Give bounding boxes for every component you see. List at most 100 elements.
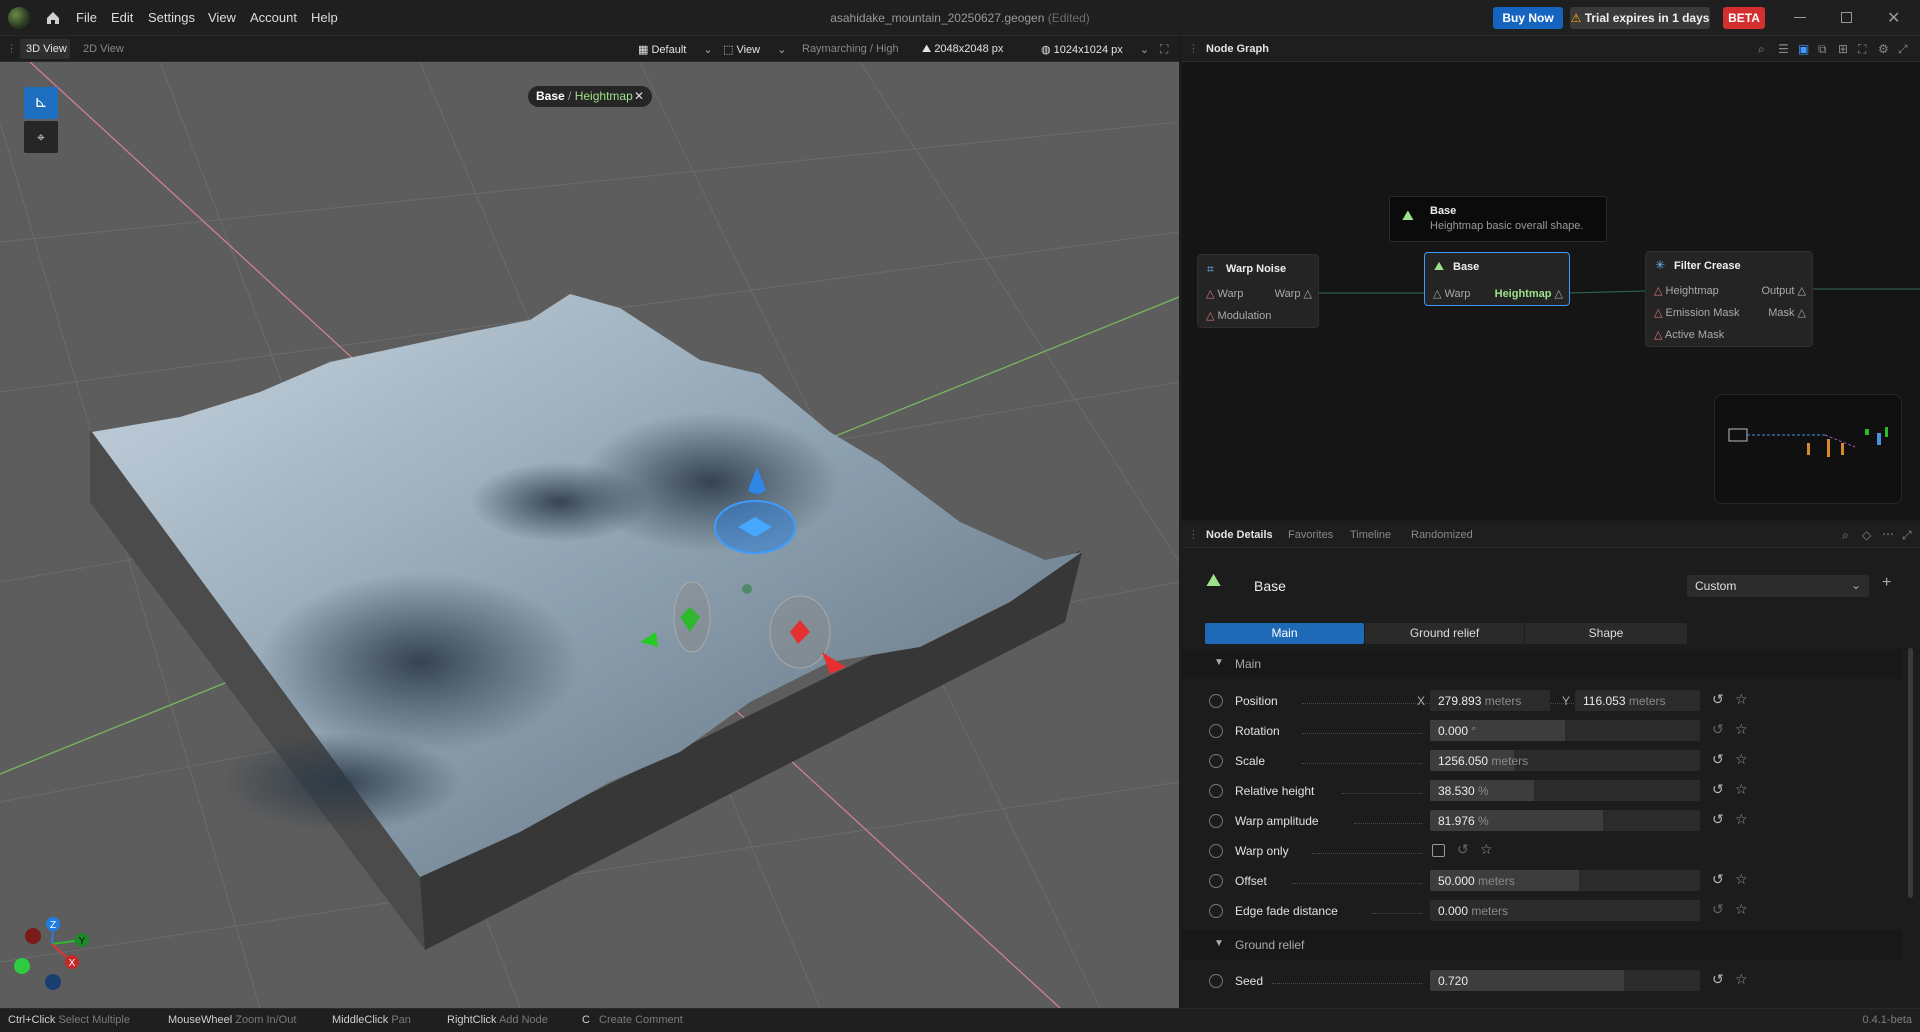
buy-now-button[interactable]: Buy Now — [1493, 7, 1563, 29]
axis-orientation-gizmo[interactable]: Z Y X — [14, 917, 89, 1008]
tab-node-details[interactable]: Node Details — [1206, 529, 1273, 541]
drag-handle-icon[interactable]: ⋮ — [6, 42, 17, 55]
warp-only-checkbox[interactable] — [1432, 844, 1445, 857]
search-icon[interactable]: ⌕ — [1758, 42, 1765, 57]
tab-2d-view[interactable]: 2D View — [83, 43, 124, 55]
layout-icon[interactable]: ⧉ — [1818, 42, 1827, 57]
minimize-icon[interactable] — [1794, 17, 1806, 18]
fullscreen-icon[interactable]: ⛶ — [1160, 42, 1168, 57]
menu-settings[interactable]: Settings — [148, 10, 195, 25]
tab-randomized[interactable]: Randomized — [1411, 529, 1473, 541]
close-breadcrumb-icon[interactable]: ✕ — [634, 86, 644, 107]
node-filter-crease[interactable]: ✳ Filter Crease △ Heightmap Output △ △ E… — [1645, 251, 1813, 347]
preset-dropdown[interactable]: ▦ Default ⌄ — [638, 43, 713, 56]
rotation-slider[interactable]: 0.000 ° — [1430, 720, 1700, 741]
relative-height-slider[interactable]: 38.530 % — [1430, 780, 1700, 801]
maximize-icon[interactable] — [1841, 12, 1852, 23]
fit-icon[interactable]: ⛶ — [1858, 42, 1866, 57]
reset-icon[interactable]: ↺ — [1712, 691, 1724, 708]
diamond-icon[interactable]: ◇ — [1862, 528, 1871, 542]
graph-minimap[interactable] — [1714, 394, 1902, 504]
port-warp-in[interactable]: △ Warp — [1433, 287, 1470, 300]
favorite-star-icon[interactable]: ☆ — [1735, 721, 1748, 738]
section-tab-shape[interactable]: Shape — [1525, 623, 1687, 644]
port-output-out[interactable]: Output △ — [1761, 284, 1806, 297]
preview-resolution-selector[interactable]: ◍ 1024x1024 px ⌄ — [1041, 43, 1149, 56]
details-scrollbar[interactable] — [1908, 648, 1913, 898]
menu-view[interactable]: View — [208, 10, 236, 25]
tool-place-button[interactable]: ⌖ — [24, 121, 58, 153]
reset-icon[interactable]: ↺ — [1712, 971, 1724, 988]
node-warp-noise[interactable]: ⌗ Warp Noise △ Warp Warp △ △ Modulation — [1197, 254, 1319, 328]
param-toggle[interactable] — [1209, 694, 1223, 708]
frame-icon[interactable]: ▣ — [1798, 42, 1809, 56]
more-icon[interactable]: ⋯ — [1882, 527, 1894, 541]
tab-favorites[interactable]: Favorites — [1288, 529, 1333, 541]
port-heightmap-in[interactable]: △ Heightmap — [1654, 284, 1719, 297]
app-logo-icon[interactable] — [8, 7, 30, 29]
menu-account[interactable]: Account — [250, 10, 297, 25]
breadcrumb-parent[interactable]: Base — [536, 89, 565, 103]
reset-icon[interactable]: ↺ — [1712, 781, 1724, 798]
param-toggle[interactable] — [1209, 974, 1223, 988]
fullscreen-icon[interactable]: ⤢ — [1902, 528, 1912, 543]
position-y-input[interactable]: 116.053 meters — [1575, 690, 1700, 711]
close-icon[interactable]: ✕ — [1887, 8, 1900, 28]
reset-icon[interactable]: ↺ — [1457, 841, 1469, 858]
tool-move-button[interactable]: ⊾ — [24, 87, 58, 119]
port-modulation-in[interactable]: △ Modulation — [1206, 309, 1271, 322]
fullscreen-icon[interactable]: ⤢ — [1898, 42, 1908, 57]
node-base[interactable]: ⛰ Base △ Warp Heightmap △ — [1424, 252, 1570, 306]
section-tab-ground-relief[interactable]: Ground relief — [1365, 623, 1524, 644]
param-toggle[interactable] — [1209, 724, 1223, 738]
reset-icon[interactable]: ↺ — [1712, 871, 1724, 888]
offset-slider[interactable]: 50.000 meters — [1430, 870, 1700, 891]
grid-icon[interactable]: ⊞ — [1838, 42, 1848, 56]
tab-timeline[interactable]: Timeline — [1350, 529, 1391, 541]
port-emission-mask-in[interactable]: △ Emission Mask — [1654, 306, 1740, 319]
edge-fade-slider[interactable]: 0.000 meters — [1430, 900, 1700, 921]
param-toggle[interactable] — [1209, 904, 1223, 918]
port-heightmap-out[interactable]: Heightmap △ — [1495, 287, 1563, 300]
warp-amplitude-slider[interactable]: 81.976 % — [1430, 810, 1700, 831]
param-toggle[interactable] — [1209, 814, 1223, 828]
resolution-selector[interactable]: ⛰ 2048x2048 px — [922, 43, 1003, 56]
node-graph-canvas[interactable]: ⛰ Base Heightmap basic overall shape. ⌗ … — [1182, 62, 1920, 520]
reset-icon[interactable]: ↺ — [1712, 721, 1724, 738]
position-x-input[interactable]: 279.893 meters — [1430, 690, 1550, 711]
section-tab-main[interactable]: Main — [1205, 623, 1364, 644]
reset-icon[interactable]: ↺ — [1712, 901, 1724, 918]
favorite-star-icon[interactable]: ☆ — [1735, 871, 1748, 888]
param-toggle[interactable] — [1209, 784, 1223, 798]
viewport-3d[interactable]: Z Y X ⊾ ⌖ Base / Heightmap ✕ — [0, 62, 1179, 1008]
param-toggle[interactable] — [1209, 844, 1223, 858]
search-icon[interactable]: ⌕ — [1842, 528, 1849, 543]
section-header-ground-relief[interactable]: ▼ Ground relief — [1182, 930, 1902, 960]
favorite-star-icon[interactable]: ☆ — [1735, 971, 1748, 988]
port-mask-out[interactable]: Mask △ — [1768, 306, 1806, 319]
scale-slider[interactable]: 1256.050 meters — [1430, 750, 1700, 771]
breadcrumb-current[interactable]: Heightmap — [575, 89, 633, 103]
list-icon[interactable]: ☰ — [1778, 42, 1789, 56]
param-toggle[interactable] — [1209, 874, 1223, 888]
section-header-main[interactable]: ▼ Main — [1182, 649, 1902, 679]
menu-help[interactable]: Help — [311, 10, 338, 25]
reset-icon[interactable]: ↺ — [1712, 751, 1724, 768]
seed-slider[interactable]: 0.720 — [1430, 970, 1700, 991]
drag-handle-icon[interactable]: ⋮ — [1188, 42, 1199, 55]
preset-select[interactable]: Custom ⌄ — [1687, 575, 1869, 597]
port-warp-out[interactable]: Warp △ — [1275, 287, 1312, 300]
port-active-mask-in[interactable]: △ Active Mask — [1654, 328, 1724, 341]
home-icon[interactable] — [44, 9, 62, 27]
favorite-star-icon[interactable]: ☆ — [1735, 781, 1748, 798]
port-warp-in[interactable]: △ Warp — [1206, 287, 1243, 300]
favorite-star-icon[interactable]: ☆ — [1735, 691, 1748, 708]
favorite-star-icon[interactable]: ☆ — [1735, 901, 1748, 918]
render-mode[interactable]: Raymarching / High — [802, 43, 899, 55]
menu-edit[interactable]: Edit — [111, 10, 133, 25]
menu-file[interactable]: File — [76, 10, 97, 25]
view-dropdown[interactable]: ⬚ View ⌄ — [723, 43, 786, 56]
favorite-star-icon[interactable]: ☆ — [1735, 811, 1748, 828]
param-toggle[interactable] — [1209, 754, 1223, 768]
settings-icon[interactable]: ⚙ — [1878, 42, 1889, 56]
